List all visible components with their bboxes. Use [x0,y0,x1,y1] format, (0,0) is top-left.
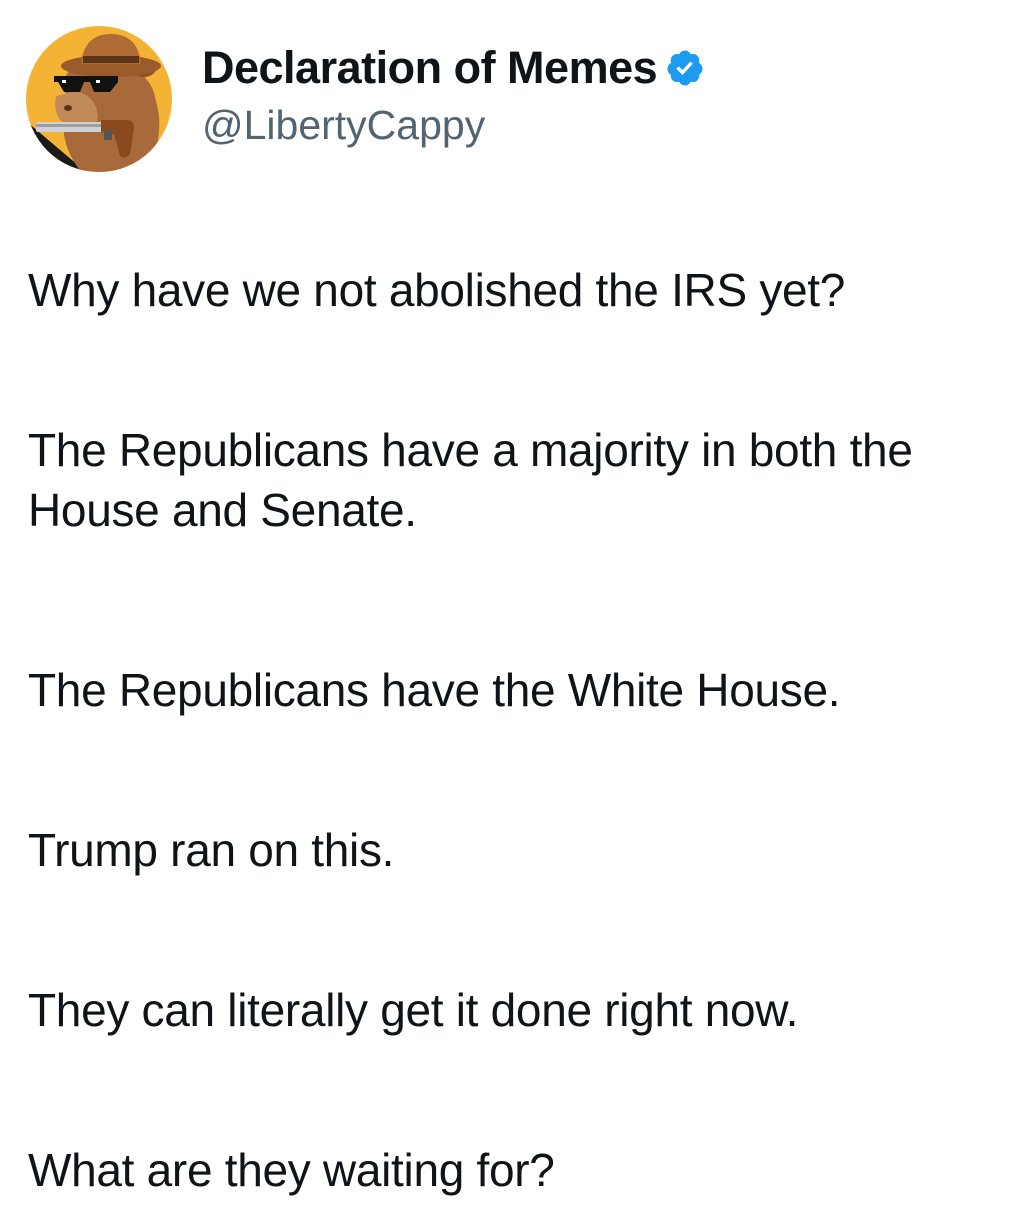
tweet-header: Declaration of Memes @LibertyCappy [26,24,705,174]
avatar[interactable] [26,26,172,172]
tweet-paragraph: The Republicans have a majority in both … [28,424,913,536]
verified-badge-icon [665,48,705,88]
user-handle[interactable]: @LibertyCappy [202,102,705,149]
tweet-paragraph: What are they waiting for? [28,1144,555,1196]
tweet-card: Declaration of Memes @LibertyCappy Why h… [0,0,1022,1231]
display-name[interactable]: Declaration of Memes [202,42,658,94]
name-row: Declaration of Memes [202,42,705,94]
capybara-cowboy-avatar-icon [26,26,172,172]
tweet-paragraph: Why have we not abolished the IRS yet? [28,264,846,316]
tweet-paragraph: They can literally get it done right now… [28,984,799,1036]
tweet-paragraph: Trump ran on this. [28,824,395,876]
author-names: Declaration of Memes @LibertyCappy [202,42,705,149]
tweet-paragraph: The Republicans have the White House. [28,664,841,716]
